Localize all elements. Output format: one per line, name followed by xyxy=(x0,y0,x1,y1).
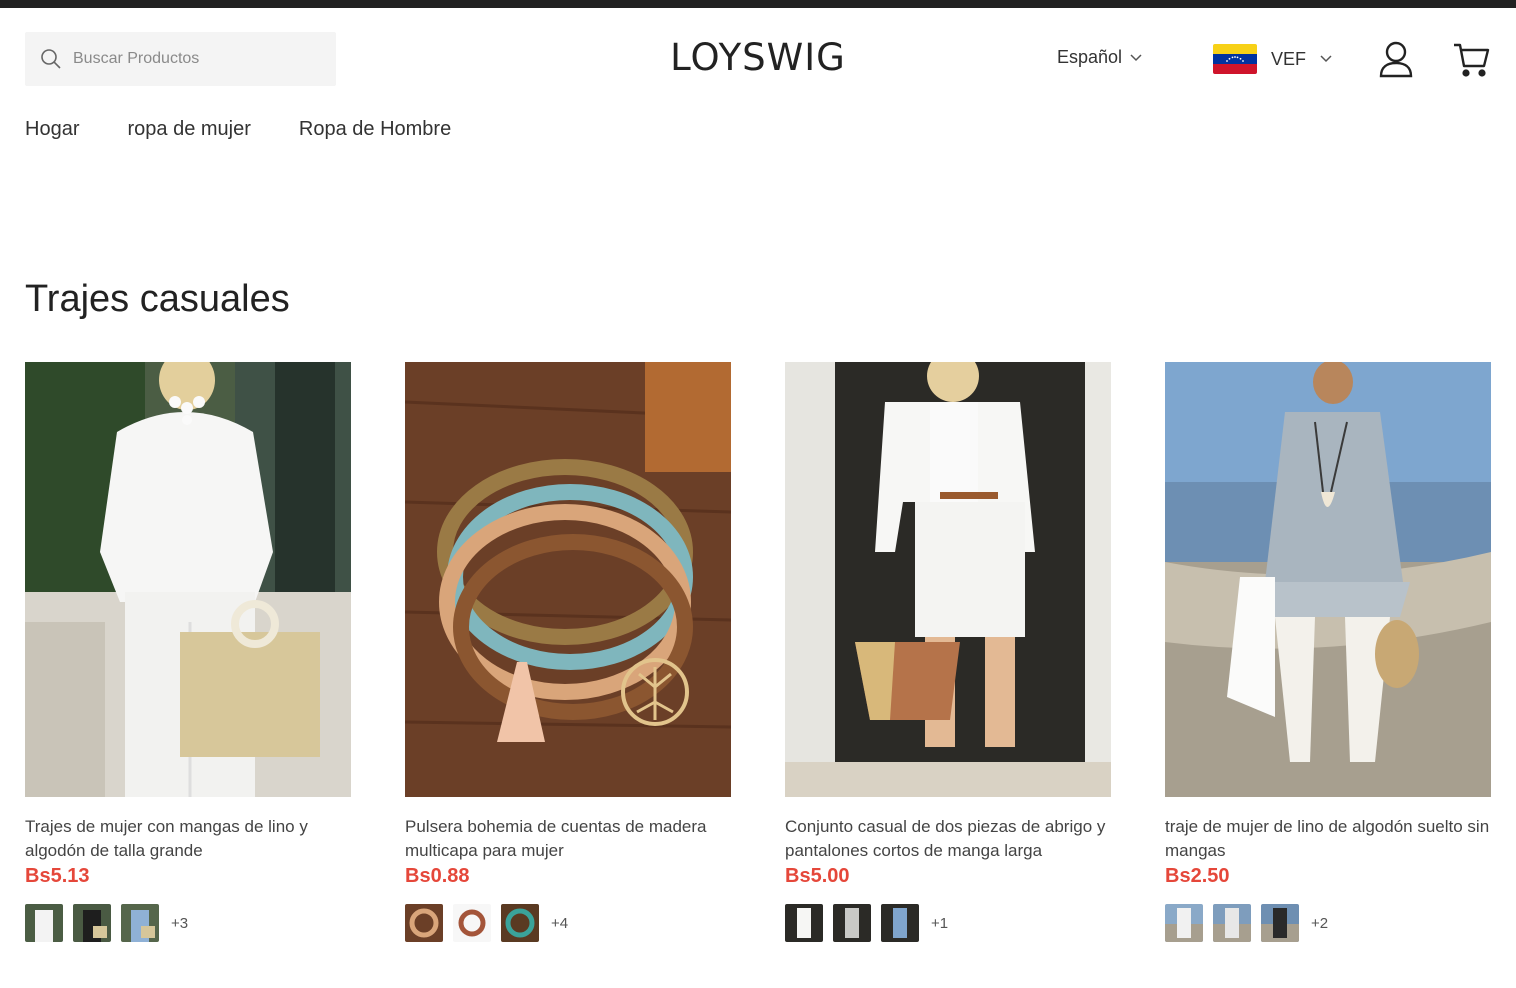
product-image[interactable] xyxy=(405,362,731,797)
variant-swatch[interactable] xyxy=(121,904,159,942)
currency-selector[interactable]: VEF xyxy=(1213,44,1332,74)
language-selector[interactable]: Español xyxy=(1057,47,1142,68)
language-label: Español xyxy=(1057,47,1123,67)
more-variants-count[interactable]: +3 xyxy=(171,915,188,932)
product-price: Bs5.13 xyxy=(25,865,90,887)
nav-item-hogar[interactable]: Hogar xyxy=(25,118,79,141)
variant-swatches: +3 xyxy=(25,904,351,942)
store-logo[interactable]: LOYSWIG xyxy=(670,36,846,79)
product-title[interactable]: Trajes de mujer con mangas de lino y alg… xyxy=(25,815,351,863)
nav-item-ropa-de-hombre[interactable]: Ropa de Hombre xyxy=(299,118,451,141)
variant-swatches: +1 xyxy=(785,904,1111,942)
currency-label: VEF xyxy=(1271,48,1307,69)
account-icon[interactable] xyxy=(1378,40,1414,78)
product-card[interactable]: Conjunto casual de dos piezas de abrigo … xyxy=(785,362,1111,942)
variant-swatch[interactable] xyxy=(785,904,823,942)
variant-swatch[interactable] xyxy=(1213,904,1251,942)
top-bar xyxy=(0,0,1516,8)
product-title[interactable]: Pulsera bohemia de cuentas de madera mul… xyxy=(405,815,731,863)
venezuela-flag-icon xyxy=(1213,44,1257,74)
product-price: Bs5.00 xyxy=(785,865,850,887)
search-box[interactable] xyxy=(25,32,336,86)
variant-swatches: +2 xyxy=(1165,904,1491,942)
section-title: Trajes casuales xyxy=(25,278,290,320)
product-image[interactable] xyxy=(785,362,1111,797)
chevron-down-icon xyxy=(1130,53,1142,61)
variant-swatch[interactable] xyxy=(1261,904,1299,942)
variant-swatch[interactable] xyxy=(833,904,871,942)
variant-swatch[interactable] xyxy=(501,904,539,942)
variant-swatch[interactable] xyxy=(405,904,443,942)
search-icon[interactable] xyxy=(39,47,63,71)
variant-swatch[interactable] xyxy=(25,904,63,942)
cart-icon[interactable] xyxy=(1452,40,1490,78)
main-nav: Hogar ropa de mujer Ropa de Hombre xyxy=(25,118,451,141)
product-price: Bs0.88 xyxy=(405,865,470,887)
product-card[interactable]: Pulsera bohemia de cuentas de madera mul… xyxy=(405,362,731,942)
more-variants-count[interactable]: +4 xyxy=(551,915,568,932)
product-price: Bs2.50 xyxy=(1165,865,1230,887)
more-variants-count[interactable]: +1 xyxy=(931,915,948,932)
variant-swatch[interactable] xyxy=(881,904,919,942)
product-card[interactable]: traje de mujer de lino de algodón suelto… xyxy=(1165,362,1491,942)
product-title[interactable]: traje de mujer de lino de algodón suelto… xyxy=(1165,815,1491,863)
variant-swatch[interactable] xyxy=(1165,904,1203,942)
product-title[interactable]: Conjunto casual de dos piezas de abrigo … xyxy=(785,815,1111,863)
variant-swatch[interactable] xyxy=(453,904,491,942)
more-variants-count[interactable]: +2 xyxy=(1311,915,1328,932)
variant-swatch[interactable] xyxy=(73,904,111,942)
chevron-down-icon xyxy=(1320,55,1332,63)
search-input[interactable] xyxy=(73,50,313,68)
product-image[interactable] xyxy=(25,362,351,797)
nav-item-ropa-de-mujer[interactable]: ropa de mujer xyxy=(127,118,250,141)
product-image[interactable] xyxy=(1165,362,1491,797)
product-grid: Trajes de mujer con mangas de lino y alg… xyxy=(25,362,1491,942)
variant-swatches: +4 xyxy=(405,904,731,942)
product-card[interactable]: Trajes de mujer con mangas de lino y alg… xyxy=(25,362,351,942)
